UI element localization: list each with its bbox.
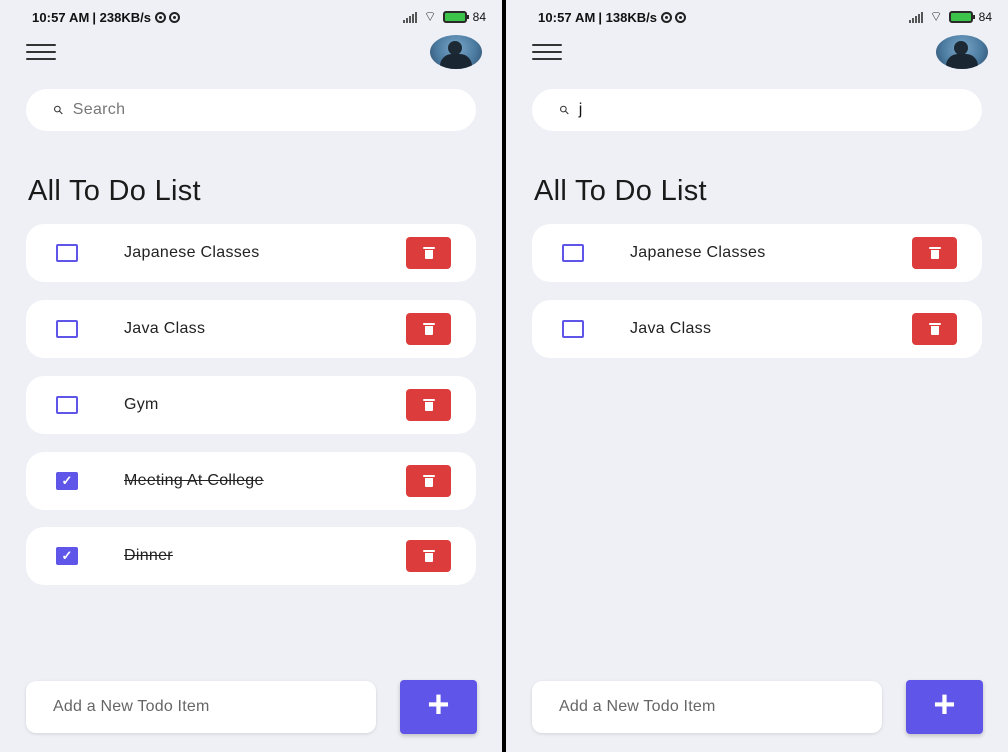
todo-checkbox[interactable] [56, 396, 78, 414]
status-system-icons: ⌔ 84 [403, 8, 486, 26]
add-todo-placeholder: Add a New Todo Item [559, 698, 716, 715]
delete-button[interactable] [406, 313, 451, 345]
todo-item: Japanese Classes [26, 224, 476, 282]
todo-checkbox[interactable] [562, 244, 584, 262]
sync-icon [154, 11, 166, 23]
search-input[interactable]: ⚲ Search [26, 89, 476, 131]
trash-icon [422, 247, 435, 259]
delete-button[interactable] [406, 540, 451, 572]
add-todo-input[interactable]: Add a New Todo Item [532, 681, 882, 733]
todo-text: Meeting At College [124, 472, 264, 489]
todo-item: Japanese Classes [532, 224, 982, 282]
todo-item: ✓ Dinner [26, 527, 476, 585]
todo-checkbox-checked[interactable]: ✓ [56, 547, 78, 565]
todo-item: Java Class [26, 300, 476, 358]
trash-icon [422, 475, 435, 487]
search-text: Search [72, 101, 126, 118]
todo-checkbox[interactable] [562, 320, 584, 338]
signal-icon [403, 11, 418, 23]
trash-icon [422, 550, 435, 562]
checkmark-icon: ✓ [61, 473, 73, 488]
todo-checkbox[interactable] [56, 320, 78, 338]
page-title: All To Do List [534, 175, 707, 207]
trash-icon [422, 323, 435, 335]
battery-percent: 84 [472, 10, 486, 24]
search-text: j [578, 101, 583, 118]
add-todo-input[interactable]: Add a New Todo Item [26, 681, 376, 733]
delete-button[interactable] [912, 313, 957, 345]
hamburger-menu-icon[interactable] [532, 44, 562, 60]
phone-screen-right: 10:57 AM | 138KB/s ⌔ 84 ⚲ j All To Do Li… [506, 0, 1008, 752]
todo-text: Japanese Classes [124, 244, 260, 261]
data-saver-icon [674, 11, 686, 23]
delete-button[interactable] [406, 237, 451, 269]
status-network-speed: | 138KB/s [598, 9, 657, 25]
app-header [26, 35, 482, 69]
todo-text: Japanese Classes [630, 244, 766, 261]
search-input[interactable]: ⚲ j [532, 89, 982, 131]
battery-icon [442, 11, 469, 23]
search-icon: ⚲ [556, 101, 573, 119]
status-notification-icons [660, 11, 686, 23]
status-bar: 10:57 AM | 238KB/s ⌔ 84 [0, 0, 502, 34]
search-icon: ⚲ [50, 101, 67, 119]
status-system-icons: ⌔ 84 [909, 8, 992, 26]
status-bar: 10:57 AM | 138KB/s ⌔ 84 [506, 0, 1008, 34]
todo-checkbox[interactable] [56, 244, 78, 262]
delete-button[interactable] [406, 465, 451, 497]
battery-icon [948, 11, 975, 23]
todo-text: Java Class [124, 320, 206, 337]
todo-item: Gym [26, 376, 476, 434]
status-network-speed: | 238KB/s [92, 9, 151, 25]
todo-item: ✓ Meeting At College [26, 452, 476, 510]
trash-icon [928, 323, 941, 335]
add-todo-placeholder: Add a New Todo Item [53, 698, 210, 715]
plus-icon: + [427, 684, 450, 726]
status-time: 10:57 AM [538, 9, 596, 25]
trash-icon [422, 399, 435, 411]
wifi-icon: ⌔ [423, 8, 437, 24]
signal-icon [909, 11, 924, 23]
wifi-icon: ⌔ [929, 8, 943, 24]
avatar[interactable] [430, 35, 482, 69]
sync-icon [660, 11, 672, 23]
battery-percent: 84 [978, 10, 992, 24]
page-title: All To Do List [28, 175, 201, 207]
status-time: 10:57 AM [32, 9, 90, 25]
add-todo-button[interactable]: + [906, 680, 983, 734]
trash-icon [928, 247, 941, 259]
todo-text: Dinner [124, 547, 173, 564]
data-saver-icon [168, 11, 180, 23]
todo-checkbox-checked[interactable]: ✓ [56, 472, 78, 490]
status-notification-icons [154, 11, 180, 23]
hamburger-menu-icon[interactable] [26, 44, 56, 60]
todo-text: Gym [124, 396, 159, 413]
checkmark-icon: ✓ [61, 548, 73, 563]
delete-button[interactable] [406, 389, 451, 421]
avatar[interactable] [936, 35, 988, 69]
add-todo-button[interactable]: + [400, 680, 477, 734]
phone-screen-left: 10:57 AM | 238KB/s ⌔ 84 ⚲ Search All To … [0, 0, 502, 752]
plus-icon: + [933, 684, 956, 726]
delete-button[interactable] [912, 237, 957, 269]
app-header [532, 35, 988, 69]
todo-text: Java Class [630, 320, 712, 337]
todo-item: Java Class [532, 300, 982, 358]
